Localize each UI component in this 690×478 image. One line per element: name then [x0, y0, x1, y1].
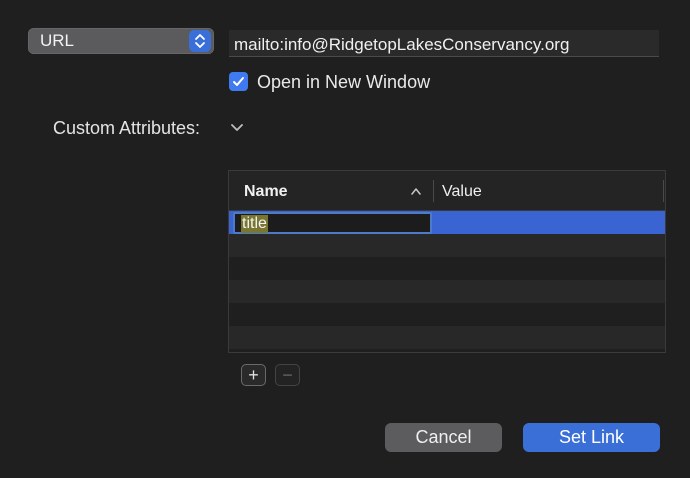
column-header-value[interactable]: Value [442, 183, 482, 201]
table-row-empty [229, 326, 665, 349]
table-row-empty [229, 234, 665, 257]
table-row-empty [229, 257, 665, 280]
url-input[interactable]: mailto:info@RidgetopLakesConservancy.org [229, 30, 659, 57]
name-cell-editor[interactable]: title [233, 212, 432, 234]
set-link-button[interactable]: Set Link [523, 423, 660, 452]
link-type-label: URL [40, 31, 75, 50]
column-divider[interactable] [433, 180, 434, 202]
table-row-empty [229, 349, 665, 352]
custom-attributes-label: Custom Attributes: [53, 118, 201, 138]
open-new-window-checkbox[interactable] [229, 72, 248, 91]
checkmark-icon [233, 77, 244, 86]
add-attribute-button[interactable]: + [241, 364, 266, 386]
column-divider [663, 180, 664, 202]
table-row-empty [229, 303, 665, 326]
table-row[interactable]: title [229, 211, 665, 234]
open-new-window-label[interactable]: Open in New Window [257, 72, 430, 93]
name-cell-text: title [241, 215, 268, 233]
sort-ascending-icon [411, 188, 421, 195]
table-row-empty [229, 280, 665, 303]
chevron-down-icon[interactable] [230, 123, 244, 133]
remove-attribute-button[interactable]: − [275, 364, 300, 386]
attributes-table[interactable]: Name Value title [228, 170, 666, 353]
table-header: Name Value [229, 171, 665, 211]
link-type-popup[interactable]: URL [28, 28, 214, 54]
popup-arrows-icon [189, 30, 211, 52]
cancel-button[interactable]: Cancel [385, 423, 502, 452]
column-header-name[interactable]: Name [244, 183, 288, 201]
